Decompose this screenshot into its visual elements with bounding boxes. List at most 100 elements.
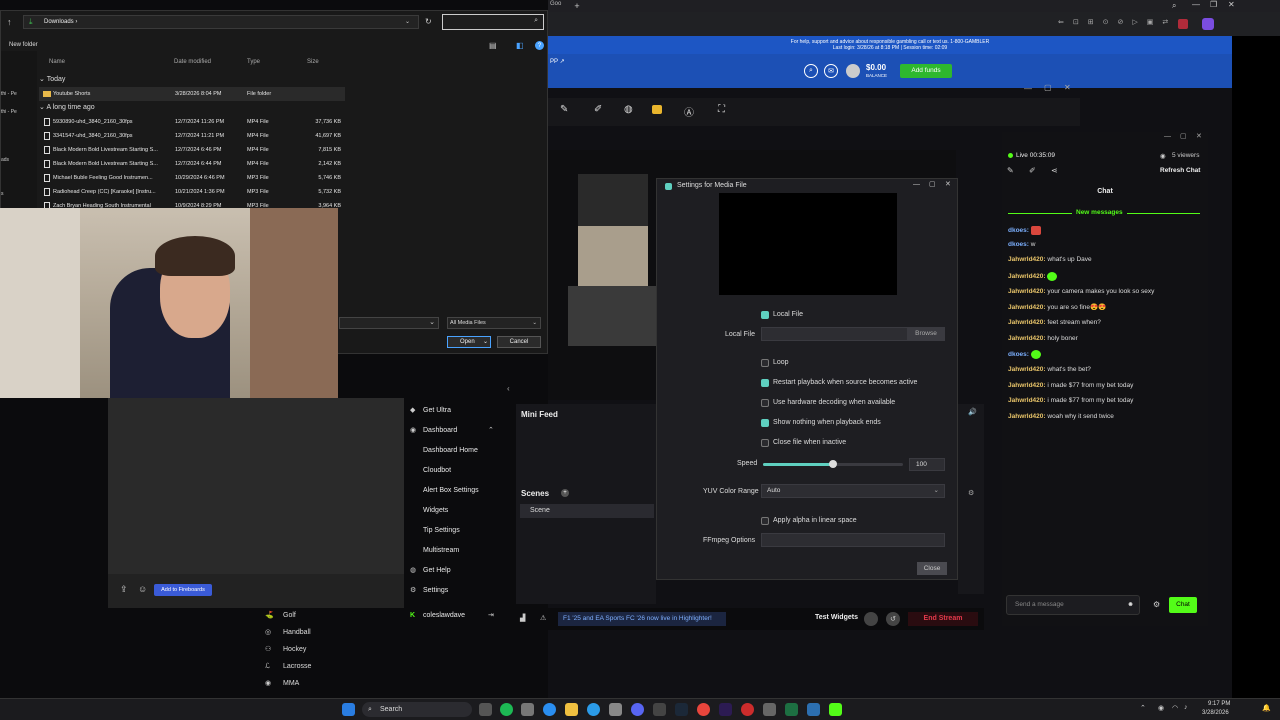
nav-dashboard-home[interactable]: Dashboard Home xyxy=(404,442,508,460)
minimize-icon[interactable]: — xyxy=(1164,133,1171,140)
chevron-up-icon[interactable]: ⌃ xyxy=(1140,704,1146,712)
col-date[interactable]: Date modified xyxy=(174,59,211,65)
sport-item[interactable]: ◉ MMA xyxy=(263,676,299,692)
discord-icon[interactable] xyxy=(631,703,644,716)
loop-checkbox[interactable] xyxy=(761,359,769,367)
spotify-icon[interactable] xyxy=(500,703,513,716)
premiere-icon[interactable] xyxy=(719,703,732,716)
volume-icon[interactable]: ♪ xyxy=(1184,704,1188,711)
explorer-icon[interactable] xyxy=(565,703,578,716)
search-icon[interactable]: ⌕ xyxy=(1172,1,1176,11)
extension-icon[interactable]: ▷ xyxy=(1132,18,1137,29)
taskbar-search[interactable]: ⌕ Search xyxy=(362,702,472,717)
file-row[interactable]: Michael Buble Feeling Good Instrumen... … xyxy=(39,171,345,185)
nav-item[interactable]: ads xyxy=(1,157,9,163)
ticker-banner[interactable]: F1 '25 and EA Sports FC '26 now live in … xyxy=(558,612,726,626)
chat-username[interactable]: Jahwrld420: xyxy=(1008,397,1046,404)
app-icon[interactable] xyxy=(653,703,666,716)
nav-get-ultra[interactable]: ◆ Get Ultra xyxy=(404,402,508,420)
share-icon[interactable]: ⇪ xyxy=(120,584,128,595)
new-tab-icon[interactable]: + xyxy=(572,0,582,12)
sticker-icon[interactable] xyxy=(652,105,662,114)
chat-username[interactable]: Jahwrld420: xyxy=(1008,288,1046,295)
file-row[interactable]: Radiohead Creep (CC) [Karaoke] [Instru..… xyxy=(39,185,345,199)
logout-icon[interactable]: ⇥ xyxy=(488,607,494,625)
yuv-select[interactable]: Auto ⌄ xyxy=(761,484,945,498)
nav-tip-settings[interactable]: Tip Settings xyxy=(404,522,508,540)
close-icon[interactable]: ✕ xyxy=(1228,0,1235,9)
cancel-button[interactable]: Cancel xyxy=(497,336,541,348)
chat-username[interactable]: dkoes: xyxy=(1008,241,1029,248)
sport-item[interactable]: ℒ Lacrosse xyxy=(263,659,311,675)
close-icon[interactable]: ✕ xyxy=(1196,132,1202,140)
col-type[interactable]: Type xyxy=(247,59,260,65)
notification-icon[interactable]: 🔔 xyxy=(1262,704,1271,712)
close-inactive-checkbox[interactable] xyxy=(761,439,769,447)
search-input[interactable]: ⌕ xyxy=(442,14,544,30)
header-link[interactable]: PP ↗ xyxy=(550,58,565,65)
gear-icon[interactable]: ⚙ xyxy=(1153,600,1160,609)
profile-icon[interactable] xyxy=(1178,19,1188,29)
app-icon[interactable] xyxy=(763,703,776,716)
extension-icon[interactable]: ⊡ xyxy=(1073,18,1079,29)
extension-purple-icon[interactable] xyxy=(1202,18,1214,30)
hw-decode-checkbox[interactable] xyxy=(761,399,769,407)
maximize-icon[interactable]: ❐ xyxy=(1210,0,1217,9)
chat-username[interactable]: Jahwrld420: xyxy=(1008,382,1046,389)
extension-icon[interactable]: ▣ xyxy=(1147,18,1154,29)
nav-dashboard[interactable]: ◉ Dashboard ⌃ xyxy=(404,422,508,440)
browser-icon[interactable] xyxy=(587,703,600,716)
smiley-icon[interactable]: ☺ xyxy=(138,584,147,594)
pen-icon[interactable]: ✐ xyxy=(594,104,602,115)
share-icon[interactable]: ⋖ xyxy=(1051,166,1058,175)
add-to-fireboards-button[interactable]: Add to Fireboards xyxy=(154,584,212,596)
close-icon[interactable]: ✕ xyxy=(1064,83,1071,92)
replay-icon[interactable]: ↺ xyxy=(886,612,900,626)
open-button[interactable]: Open ⌄ xyxy=(447,336,491,348)
start-icon[interactable] xyxy=(342,703,355,716)
refresh-icon[interactable]: ↻ xyxy=(425,17,432,26)
file-type-select[interactable]: All Media Files ⌄ xyxy=(447,317,541,329)
close-button[interactable]: Close xyxy=(917,562,947,575)
filename-input[interactable]: ⌄ xyxy=(339,317,439,329)
show-nothing-checkbox[interactable] xyxy=(761,419,769,427)
alpha-checkbox[interactable] xyxy=(761,517,769,525)
chat-username[interactable]: dkoes: xyxy=(1008,227,1029,234)
collapse-icon[interactable]: ‹ xyxy=(507,384,510,393)
clock-time[interactable]: 9:17 PM xyxy=(1208,701,1230,707)
chat-username[interactable]: Jahwrld420: xyxy=(1008,273,1046,280)
excel-icon[interactable] xyxy=(785,703,798,716)
chat-username[interactable]: Jahwrld420: xyxy=(1008,335,1046,342)
chat-username[interactable]: Jahwrld420: xyxy=(1008,304,1046,311)
browser-tab-label[interactable]: Goo xyxy=(550,1,561,7)
maximize-icon[interactable]: ▢ xyxy=(1044,83,1052,92)
end-stream-button[interactable]: End Stream xyxy=(908,612,978,626)
extension-icon[interactable]: ⇐ xyxy=(1058,18,1064,29)
add-funds-button[interactable]: Add funds xyxy=(900,64,952,78)
nav-item[interactable]: thi - Pe xyxy=(1,91,17,97)
chat-input[interactable]: Send a message ☻ xyxy=(1006,595,1140,615)
store-icon[interactable] xyxy=(521,703,534,716)
task-view-icon[interactable] xyxy=(479,703,492,716)
alert-icon[interactable]: ⚠ xyxy=(540,614,546,622)
text-icon[interactable]: Ⓐ xyxy=(684,104,694,119)
preview-pane-icon[interactable]: ◧ xyxy=(516,41,524,50)
maximize-icon[interactable]: ▢ xyxy=(929,180,936,188)
up-arrow-icon[interactable]: ↑ xyxy=(7,17,12,27)
edge-icon[interactable] xyxy=(543,703,556,716)
local-file-checkbox[interactable] xyxy=(761,311,769,319)
chat-username[interactable]: Jahwrld420: xyxy=(1008,366,1046,373)
sport-item[interactable]: ◎ Handball xyxy=(263,625,311,641)
emoji-icon[interactable]: ☻ xyxy=(1127,596,1134,614)
chrome-icon[interactable] xyxy=(697,703,710,716)
steam-icon[interactable] xyxy=(675,703,688,716)
maximize-icon[interactable]: ▢ xyxy=(1180,132,1187,140)
palette-icon[interactable]: ◍ xyxy=(624,104,633,115)
nav-get-help[interactable]: ◍ Get Help xyxy=(404,562,508,580)
extension-icon[interactable]: ⊞ xyxy=(1088,18,1094,29)
address-bar[interactable]: ⤓ Downloads › ⌄ xyxy=(23,15,419,29)
local-file-input[interactable] xyxy=(761,327,909,341)
volume-icon[interactable]: 🔊 xyxy=(968,408,977,416)
gear-icon[interactable]: ⚙ xyxy=(968,489,974,497)
speed-slider[interactable] xyxy=(763,460,903,468)
